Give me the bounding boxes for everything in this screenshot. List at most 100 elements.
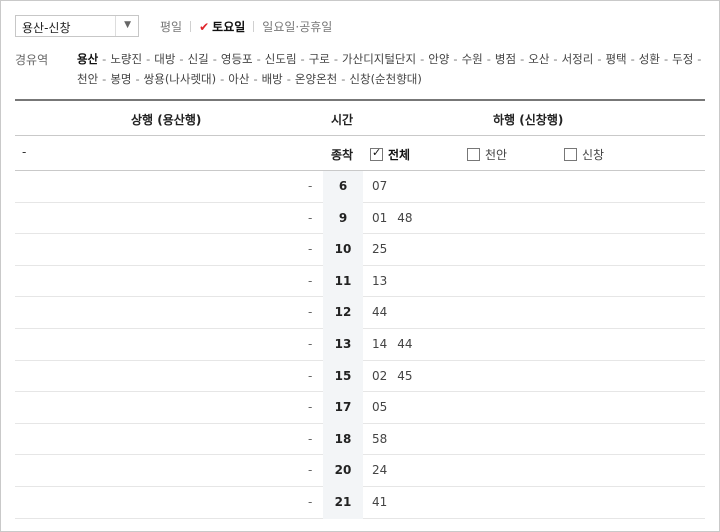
via-station: 아산 xyxy=(228,72,250,86)
station-separator: - xyxy=(597,52,602,66)
hour-cell: 11 xyxy=(323,265,363,298)
minute-value: 44 xyxy=(372,305,388,320)
tab-divider xyxy=(253,21,255,32)
hour-cell: 17 xyxy=(323,392,363,424)
hour-cell: 12 xyxy=(323,297,363,329)
tab-holiday[interactable]: 일요일·공휴일 xyxy=(262,20,332,34)
via-station: 영등포 xyxy=(220,52,253,66)
tab-saturday[interactable]: ✔ 토요일 xyxy=(199,20,245,34)
station-separator: - xyxy=(286,72,291,86)
check-icon: ✔ xyxy=(199,20,210,34)
table-row: -6 07 xyxy=(15,171,705,203)
via-station: 서정리 xyxy=(561,52,594,66)
header-down: 하행 (신창행) xyxy=(493,113,564,127)
station-separator: - xyxy=(135,72,140,86)
down-minutes: 13 xyxy=(372,274,397,288)
up-time: - xyxy=(308,463,313,478)
station-separator: - xyxy=(102,72,107,86)
down-minutes: 41 xyxy=(372,495,397,509)
down-minutes: 07 xyxy=(372,179,397,193)
checkbox-all-box[interactable]: ✓ xyxy=(370,146,383,161)
down-minutes: 02 45 xyxy=(372,369,423,383)
checkbox-cheonan-label: 천안 xyxy=(485,148,508,162)
table-row: -21 41 xyxy=(15,486,705,519)
table-row: -13 14 44 xyxy=(15,328,705,361)
route-select[interactable]: 용산-신창 ▼ xyxy=(15,15,139,37)
minute-value: 01 xyxy=(372,210,388,225)
down-minutes: 05 xyxy=(372,400,397,414)
checkbox-sinchang[interactable]: 신창 xyxy=(564,146,604,163)
down-minutes: 24 xyxy=(372,463,397,477)
via-station: 온양온천 xyxy=(294,72,338,86)
route-select-value: 용산-신창 xyxy=(22,21,71,35)
table-row: -15 02 45 xyxy=(15,360,705,393)
via-station: 배방 xyxy=(261,72,283,86)
table-row: -11 13 xyxy=(15,265,705,298)
via-station: 안양 xyxy=(428,52,450,66)
via-label: 경유역 xyxy=(15,53,49,67)
up-time: - xyxy=(308,179,313,193)
station-separator: - xyxy=(256,52,261,66)
minute-value: 14 xyxy=(372,336,388,351)
minute-value: 24 xyxy=(372,463,388,478)
select-divider xyxy=(115,16,116,36)
table-row: -20 24 xyxy=(15,455,705,487)
via-station: 천안 xyxy=(77,72,99,86)
checkmark-icon: ✓ xyxy=(372,146,382,159)
minute-value: 25 xyxy=(372,242,388,257)
via-station: 가산디지털단지 xyxy=(342,52,417,66)
station-separator: - xyxy=(333,52,339,66)
minute-value: 07 xyxy=(372,179,388,193)
via-station: 쌍용(나사렛대) xyxy=(143,72,217,86)
station-separator: - xyxy=(220,72,225,86)
hour-cell: 10 xyxy=(323,234,363,266)
minute-value: 45 xyxy=(397,368,413,383)
table-row: -9 01 48 xyxy=(15,202,705,235)
table-row: -18 58 xyxy=(15,423,705,456)
checkbox-cheonan[interactable]: 천안 xyxy=(467,146,507,163)
tab-divider xyxy=(190,21,192,32)
tab-weekday[interactable]: 평일 xyxy=(160,20,182,34)
station-separator: - xyxy=(453,52,458,66)
down-minutes: 01 48 xyxy=(372,211,423,225)
checkbox-all[interactable]: ✓ 전체 xyxy=(370,146,410,163)
checkbox-sinchang-label: 신창 xyxy=(582,148,605,162)
via-station: 신길 xyxy=(187,52,209,66)
via-station: 두정 xyxy=(672,52,694,66)
down-minutes: 25 xyxy=(372,242,397,256)
up-time: - xyxy=(308,494,313,509)
via-station: 평택 xyxy=(605,52,627,66)
station-separator: - xyxy=(697,52,702,66)
minute-value: 02 xyxy=(372,368,388,383)
via-station-list: 용산 - 노량진 - 대방 - 신길 - 영등포 - 신도림 - 구로 - 가산디지털단지 - 안양 - 수원 - 병점… xyxy=(77,49,707,89)
header-time: 시간 xyxy=(331,113,354,127)
hour-cell: 21 xyxy=(323,486,363,519)
up-filter-value: - xyxy=(22,145,27,159)
station-separator: - xyxy=(630,52,635,66)
chevron-down-icon[interactable]: ▼ xyxy=(124,20,131,30)
up-time: - xyxy=(308,400,313,415)
checkbox-all-label: 전체 xyxy=(388,148,411,162)
via-station: 용산 xyxy=(77,52,99,66)
down-minutes: 44 xyxy=(372,305,397,319)
checkbox-cheonan-box[interactable] xyxy=(467,148,480,161)
station-separator: - xyxy=(146,52,151,66)
minute-value: 48 xyxy=(397,210,413,225)
table-row: -12 44 xyxy=(15,297,705,329)
via-station: 노량진 xyxy=(110,52,143,66)
up-time: - xyxy=(308,431,313,446)
station-separator: - xyxy=(520,52,525,66)
via-station: 수원 xyxy=(461,52,483,66)
up-time: - xyxy=(308,336,313,351)
up-time: - xyxy=(308,210,313,225)
table-body: -6 07-9 01 48-10 25-11 13-12 44-13 14 44-15 02 45-… xyxy=(15,171,705,519)
checkbox-sinchang-box[interactable] xyxy=(564,148,577,161)
via-station: 대방 xyxy=(154,52,176,66)
header-up: 상행 (용산행) xyxy=(131,113,202,127)
hour-cell: 20 xyxy=(323,455,363,487)
down-minutes: 58 xyxy=(372,432,397,446)
station-separator: - xyxy=(212,52,217,66)
hour-cell: 15 xyxy=(323,360,363,393)
up-time: - xyxy=(308,368,313,383)
minute-value: 58 xyxy=(372,431,388,446)
